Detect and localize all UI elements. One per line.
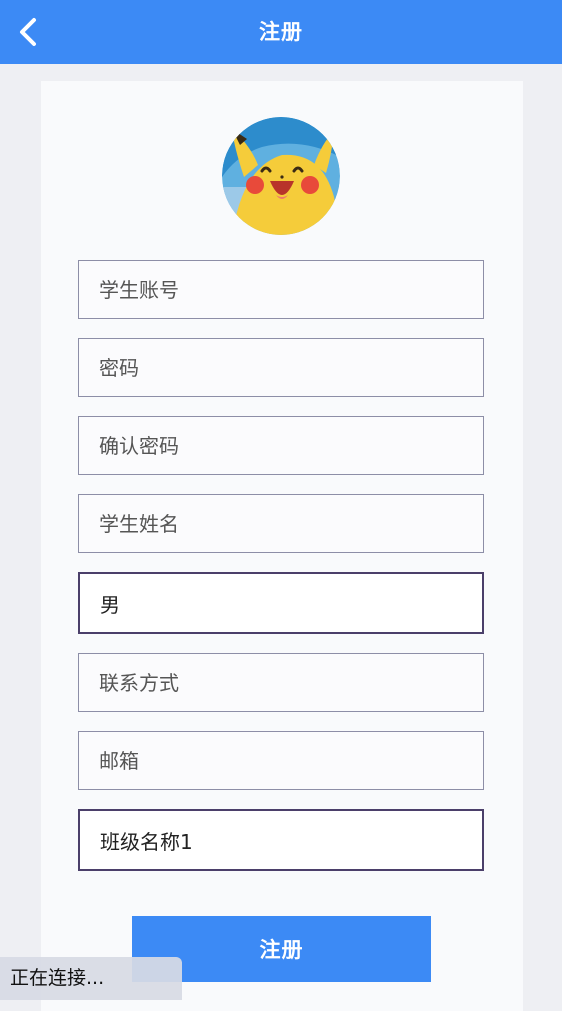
password-field[interactable]	[78, 338, 484, 397]
header-bar: 注册	[0, 0, 562, 64]
page-title: 注册	[259, 20, 303, 44]
gender-select[interactable]: 男	[78, 572, 484, 634]
pikachu-avatar-icon	[222, 117, 340, 235]
student-account-field[interactable]	[78, 260, 484, 319]
email-field[interactable]	[78, 731, 484, 790]
confirm-password-field[interactable]	[78, 416, 484, 475]
student-name-field[interactable]	[78, 494, 484, 553]
avatar[interactable]	[222, 117, 340, 235]
class-select[interactable]: 班级名称1	[78, 809, 484, 871]
connection-status: 正在连接...	[0, 957, 182, 1000]
contact-field[interactable]	[78, 653, 484, 712]
